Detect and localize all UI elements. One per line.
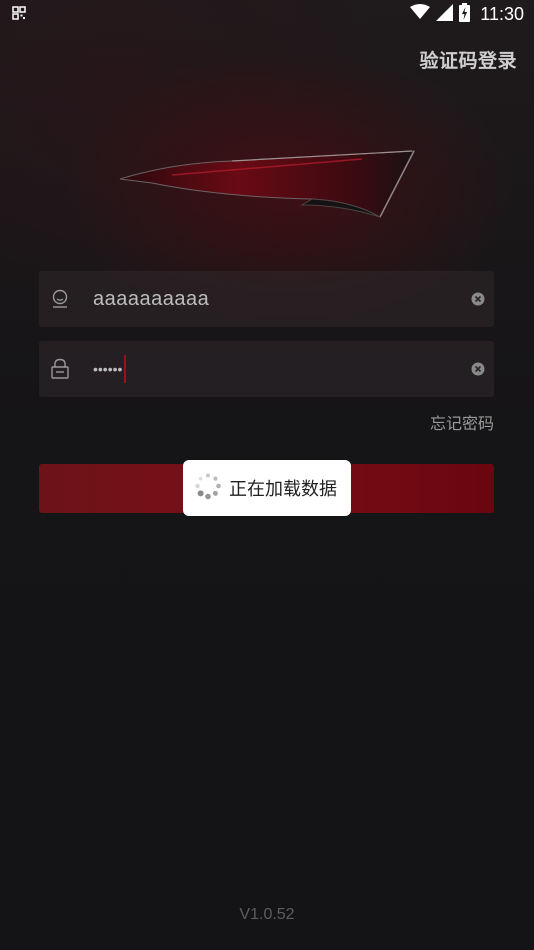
clear-icon[interactable] xyxy=(462,362,494,376)
forgot-password-link[interactable]: 忘记密码 xyxy=(430,410,494,434)
car-taillight-logo-icon xyxy=(112,145,422,225)
status-bar: 11:30 xyxy=(0,0,534,28)
spinner-icon xyxy=(194,472,222,504)
user-icon xyxy=(39,289,81,309)
username-input[interactable]: aaaaaaaaaa xyxy=(93,288,462,311)
clear-icon[interactable] xyxy=(462,292,494,306)
password-value: •••••• xyxy=(93,361,123,377)
text-caret xyxy=(124,355,127,383)
password-input[interactable]: •••••• xyxy=(93,355,462,383)
cell-signal-icon xyxy=(436,3,454,25)
qr-code-icon xyxy=(12,5,26,24)
password-field[interactable]: •••••• xyxy=(39,341,494,397)
battery-charging-icon xyxy=(459,2,471,26)
version-label: V1.0.52 xyxy=(239,906,295,923)
wifi-icon xyxy=(410,4,431,24)
status-time: 11:30 xyxy=(480,3,524,24)
code-login-link[interactable]: 验证码登录 xyxy=(419,46,517,73)
username-field[interactable]: aaaaaaaaaa xyxy=(39,271,494,327)
lock-icon xyxy=(39,358,81,380)
loading-toast: 正在加载数据 xyxy=(183,460,351,516)
loading-text: 正在加载数据 xyxy=(229,479,337,500)
